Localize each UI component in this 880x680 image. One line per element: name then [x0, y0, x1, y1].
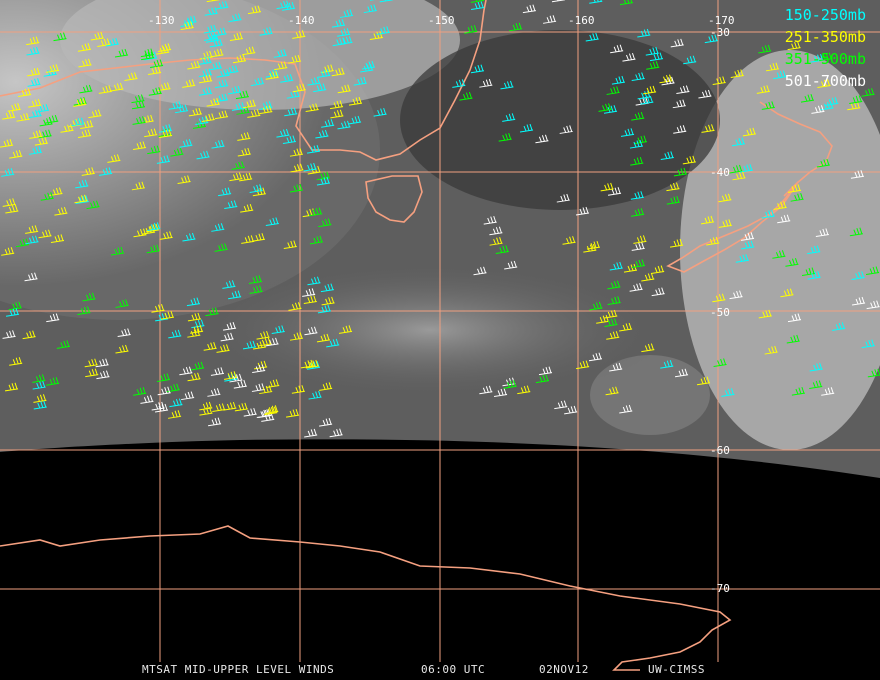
- satellite-map: -130 -140 -150 -160 -170 -30 -40 -50 -60…: [0, 0, 880, 671]
- wind-map-view: -130 -140 -150 -160 -170 -30 -40 -50 -60…: [0, 0, 880, 680]
- legend-item-501-700: 501-700mb: [784, 72, 866, 90]
- lon-label-150: -150: [428, 14, 455, 27]
- footer-source: UW-CIMSS: [648, 663, 705, 676]
- lat-label-40: -40: [710, 166, 730, 179]
- lat-label-50: -50: [710, 306, 730, 319]
- footer-caption: MTSAT MID-UPPER LEVEL WINDS 06:00 UTC 02…: [0, 663, 880, 679]
- legend-item-351-500: 351-500mb: [784, 50, 866, 68]
- lat-label-70: -70: [710, 582, 730, 595]
- footer-time: 06:00 UTC: [421, 663, 486, 676]
- lat-label-30: -30: [710, 26, 730, 39]
- dark-dry-slot: [400, 30, 720, 210]
- lon-label-160: -160: [568, 14, 595, 27]
- footer-date: 02NOV12: [539, 663, 589, 676]
- lon-label-140: -140: [288, 14, 315, 27]
- lon-label-130: -130: [148, 14, 175, 27]
- legend-item-251-350: 251-350mb: [784, 28, 866, 46]
- mid-grey-band: [190, 260, 670, 400]
- footer-product: MTSAT MID-UPPER LEVEL WINDS: [142, 663, 335, 676]
- coast-antarctica: [0, 525, 732, 671]
- pressure-legend: 150-250mb 251-350mb 351-500mb 501-700mb: [785, 4, 866, 92]
- legend-item-150-250: 150-250mb: [784, 6, 866, 24]
- lat-label-60: -60: [710, 444, 730, 457]
